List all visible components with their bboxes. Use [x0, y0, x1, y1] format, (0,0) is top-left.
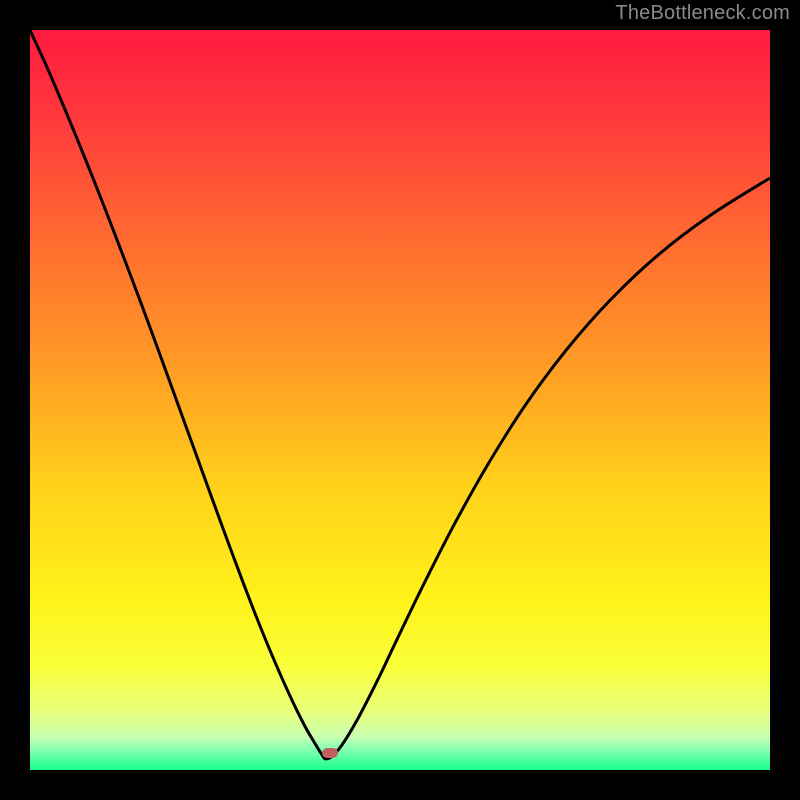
current-point-marker: [322, 748, 338, 758]
chart-frame: TheBottleneck.com: [0, 0, 800, 800]
chart-svg: [30, 30, 770, 770]
gradient-background: [30, 30, 770, 770]
watermark-text: TheBottleneck.com: [615, 2, 790, 25]
plot-area: [30, 30, 770, 770]
